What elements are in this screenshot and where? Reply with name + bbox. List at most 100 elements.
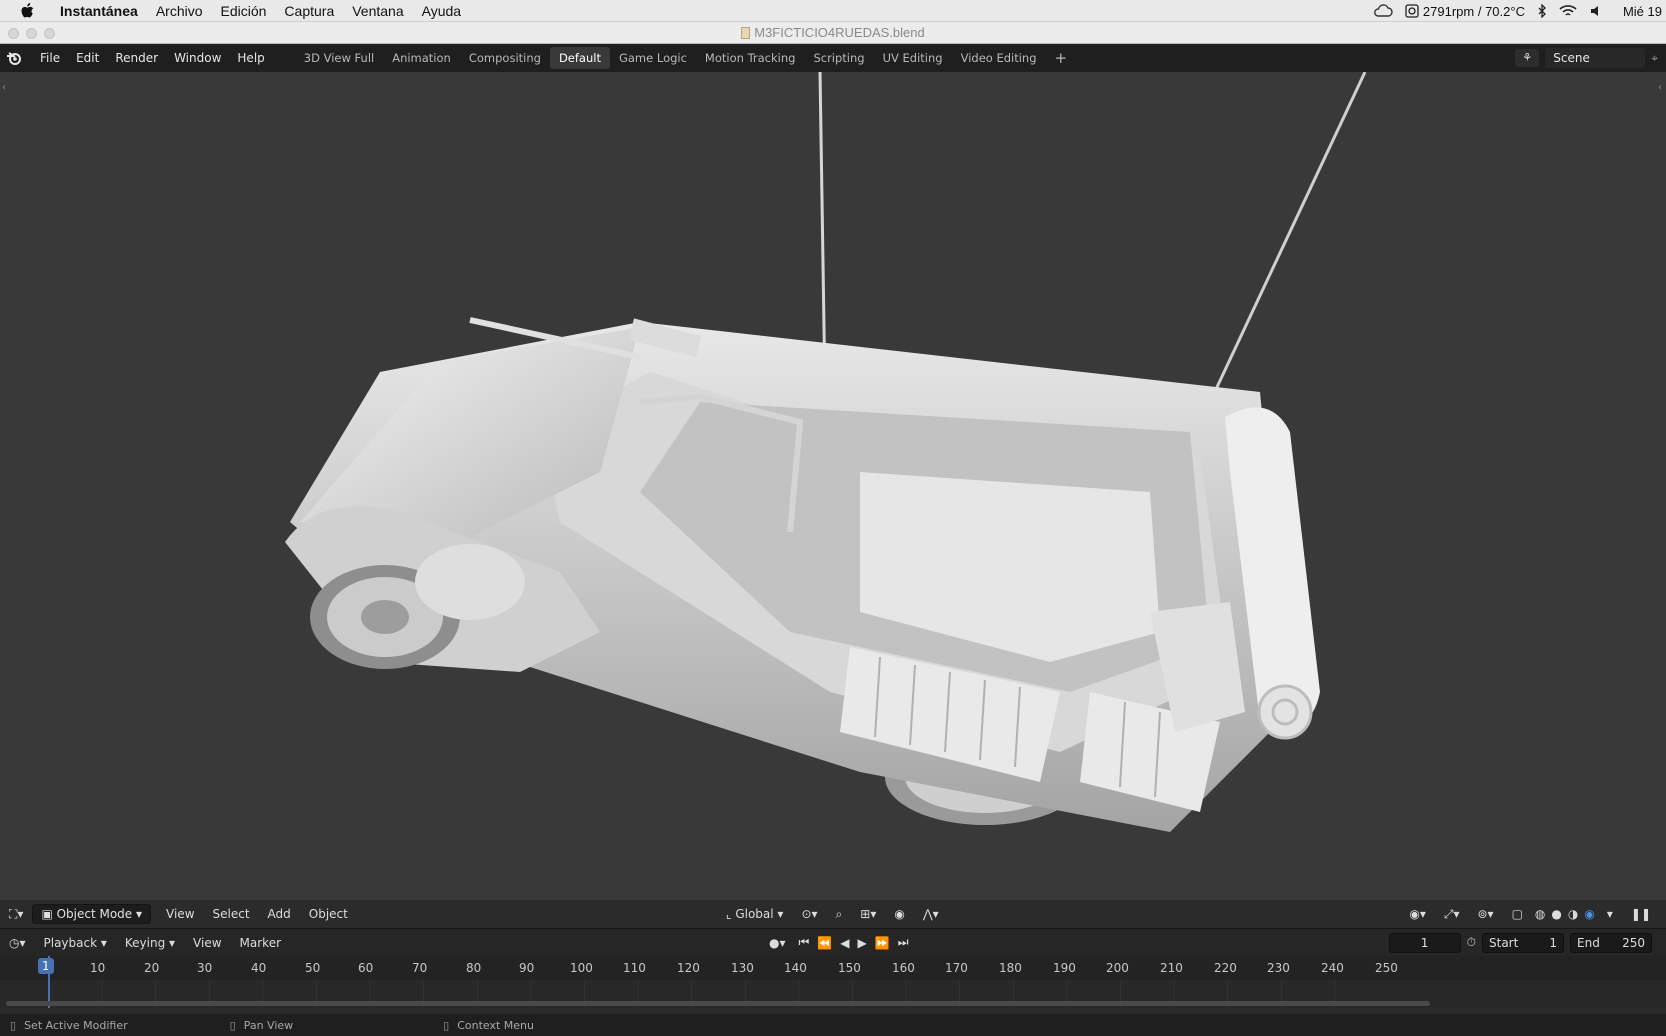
workspace-tab-motion-tracking[interactable]: Motion Tracking (696, 47, 805, 69)
menu-edit[interactable]: Edit (68, 51, 107, 65)
zoom-window-button[interactable] (44, 28, 55, 39)
timeline-ruler[interactable]: 1 10 20 30 40 50 60 70 80 90 100 110 120… (0, 956, 1666, 980)
menu-edicion[interactable]: Edición (221, 3, 267, 19)
pause-icon[interactable]: ❚❚ (1622, 907, 1660, 921)
current-frame-field[interactable]: 1 (1388, 932, 1461, 953)
ruler-label: 100 (570, 961, 593, 975)
workspace-tab-scripting[interactable]: Scripting (804, 47, 873, 69)
menu-render[interactable]: Render (107, 51, 166, 65)
playback-label: Playback (43, 935, 98, 950)
workspace-tab-default[interactable]: Default (549, 47, 610, 69)
scene-selector-button[interactable]: ⚘ (1515, 49, 1540, 67)
blender-logo-icon[interactable] (6, 50, 22, 66)
next-keyframe-icon[interactable]: ⏩ (871, 936, 894, 950)
object-mode-dropdown[interactable]: ▣ Object Mode ▾ (32, 904, 152, 924)
rendered-shading-icon[interactable]: ◉ (1581, 907, 1597, 921)
shading-options-icon[interactable]: ▾ (1598, 907, 1622, 921)
transform-orientation-dropdown[interactable]: ⌞ Global ▾ (717, 907, 793, 921)
workspace-tab-3d-view-full[interactable]: 3D View Full (295, 47, 383, 69)
play-icon[interactable]: ▶ (854, 936, 871, 950)
pivot-point-icon[interactable]: ⊙▾ (792, 907, 826, 921)
material-shading-icon[interactable]: ◑ (1565, 907, 1581, 921)
fan-temp-readout[interactable]: 2791rpm / 70.2°C (1423, 4, 1525, 19)
wifi-icon[interactable] (1559, 4, 1577, 18)
sidebar-toggle-right[interactable]: ‹ (1658, 82, 1662, 93)
menu-playback[interactable]: Playback ▾ (35, 936, 116, 950)
object-mode-label: Object Mode (56, 907, 133, 921)
apple-icon[interactable] (20, 2, 34, 19)
pin-icon[interactable]: ⌖ (1651, 51, 1658, 66)
proportional-edit-icon[interactable]: ◉ (885, 907, 913, 921)
timeline-editor-type-button[interactable]: ◷▾ (0, 936, 35, 950)
ruler-label: 110 (623, 961, 646, 975)
menu-add[interactable]: Add (259, 907, 300, 921)
close-window-button[interactable] (8, 28, 19, 39)
menu-captura[interactable]: Captura (284, 3, 334, 19)
ruler-label: 150 (838, 961, 861, 975)
mouse-left-icon: ▯ (10, 1018, 17, 1032)
start-value: 1 (1549, 935, 1557, 950)
menu-view[interactable]: View (157, 907, 203, 921)
3d-viewport[interactable]: ‹ ‹ (0, 72, 1666, 900)
snap-icon[interactable]: ⌕ (827, 907, 852, 922)
workspace-tab-video-editing[interactable]: Video Editing (952, 47, 1046, 69)
menu-file[interactable]: File (32, 51, 68, 65)
workspace-tab-game-logic[interactable]: Game Logic (610, 47, 696, 69)
workspace-tab-compositing[interactable]: Compositing (460, 47, 550, 69)
ruler-label: 200 (1106, 961, 1129, 975)
ruler-label: 70 (412, 961, 428, 975)
falloff-icon[interactable]: ⋀▾ (914, 907, 948, 921)
start-frame-field[interactable]: Start 1 (1482, 932, 1564, 953)
wireframe-shading-icon[interactable]: ◍ (1532, 907, 1548, 921)
menu-select[interactable]: Select (204, 907, 259, 921)
ruler-label-current[interactable]: 1 (38, 958, 54, 974)
app-name[interactable]: Instantánea (60, 3, 138, 19)
gizmo-icon[interactable]: ⤢▾ (1435, 907, 1469, 922)
fan-icon[interactable] (1405, 4, 1419, 18)
menu-window[interactable]: Window (166, 51, 229, 65)
workspace-tab-uv-editing[interactable]: UV Editing (874, 47, 952, 69)
menu-marker[interactable]: Marker (231, 936, 290, 950)
menu-ayuda[interactable]: Ayuda (422, 3, 461, 19)
menu-keying[interactable]: Keying ▾ (116, 936, 184, 950)
snap-target-icon[interactable]: ⊞▾ (851, 907, 885, 921)
workspace-tab-animation[interactable]: Animation (383, 47, 460, 69)
ruler-label: 230 (1267, 961, 1290, 975)
sidebar-toggle-left[interactable]: ‹ (2, 82, 6, 93)
record-button[interactable]: ●▾ (760, 936, 795, 950)
end-frame-field[interactable]: End 250 (1570, 932, 1652, 953)
cloud-icon[interactable] (1373, 4, 1393, 18)
prev-keyframe-icon[interactable]: ⏪ (813, 936, 836, 950)
macos-menubar: Instantánea Archivo Edición Captura Vent… (0, 0, 1666, 22)
menu-ventana[interactable]: Ventana (352, 3, 403, 19)
menu-timeline-view[interactable]: View (184, 936, 230, 950)
visibility-icon[interactable]: ◉▾ (1400, 907, 1435, 921)
solid-shading-icon[interactable]: ● (1548, 907, 1564, 921)
window-titlebar: M3FICTICIO4RUEDAS.blend (0, 22, 1666, 44)
jump-start-icon[interactable]: ⏮ (795, 935, 814, 950)
bluetooth-icon[interactable] (1537, 4, 1547, 18)
scene-name-field[interactable]: Scene (1545, 48, 1646, 68)
volume-icon[interactable] (1589, 4, 1603, 18)
xray-icon[interactable]: ▢ (1503, 907, 1532, 921)
jump-end-icon[interactable]: ⏭ (894, 935, 913, 950)
ruler-label: 220 (1214, 961, 1237, 975)
status-bar: ▯ Set Active Modifier ▯ Pan View ▯ Conte… (0, 1014, 1666, 1036)
ruler-label: 130 (731, 961, 754, 975)
file-icon (741, 27, 751, 39)
overlays-icon[interactable]: ⊚▾ (1469, 907, 1503, 921)
editor-type-button[interactable]: ⛶▾ (0, 907, 32, 922)
status-hint-context-menu: Context Menu (457, 1018, 534, 1032)
minimize-window-button[interactable] (26, 28, 37, 39)
timeline-scrollbar[interactable] (6, 1001, 1430, 1006)
clock[interactable]: Mié 19 (1623, 4, 1662, 19)
play-reverse-icon[interactable]: ◀ (836, 936, 853, 950)
menu-object[interactable]: Object (300, 907, 357, 921)
timeline-track[interactable] (0, 956, 1666, 1008)
menu-help[interactable]: Help (229, 51, 272, 65)
add-workspace-button[interactable]: + (1046, 45, 1077, 71)
viewport-header: ⛶▾ ▣ Object Mode ▾ View Select Add Objec… (0, 900, 1666, 928)
stopwatch-icon[interactable]: ⏱ (1467, 935, 1476, 950)
ruler-label: 250 (1375, 961, 1398, 975)
menu-archivo[interactable]: Archivo (156, 3, 203, 19)
